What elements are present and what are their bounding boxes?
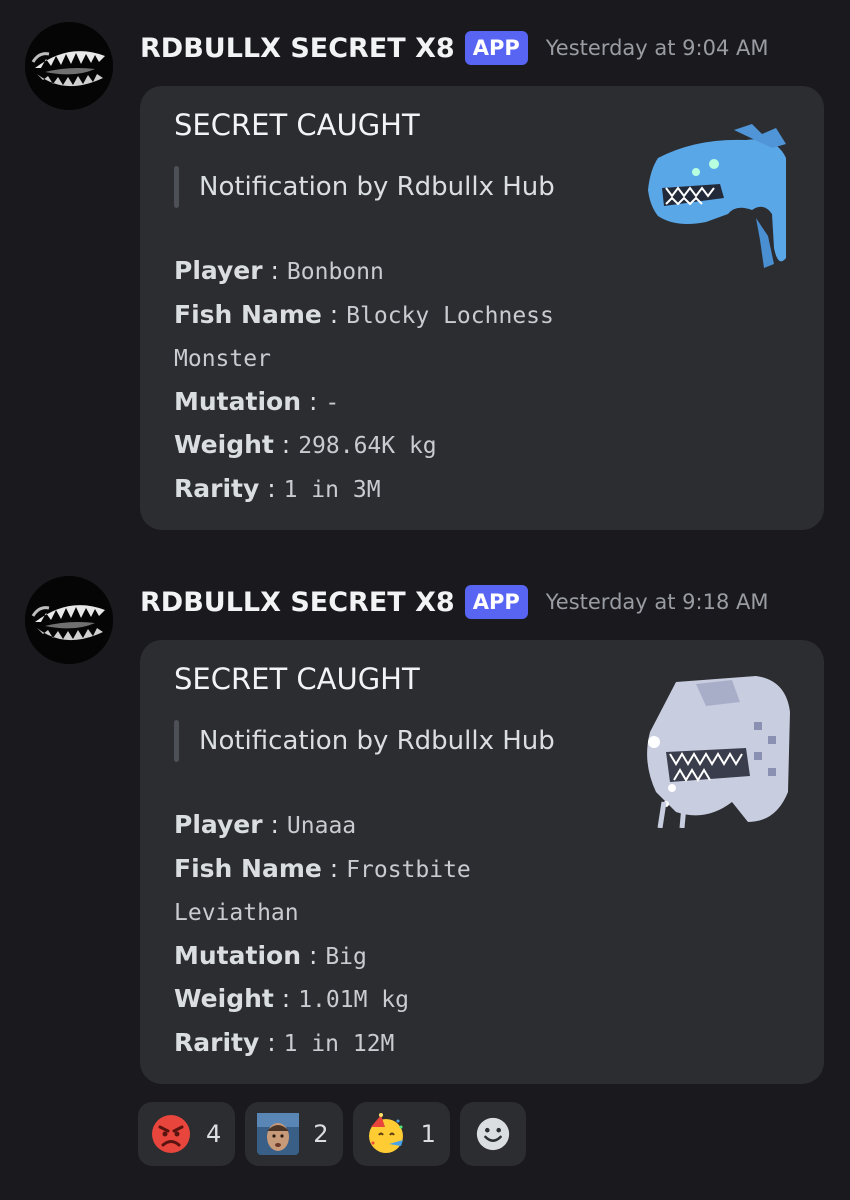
quote-text: Notification by Rdbullx Hub xyxy=(199,172,555,202)
field-label: Player xyxy=(174,256,263,285)
field-label: Mutation xyxy=(174,386,301,416)
embed-title: SECRET CAUGHT xyxy=(174,108,420,142)
field-value: Bonbonn xyxy=(286,259,384,285)
field-fish-name: Fish Name : Frostbite Leviathan xyxy=(174,853,471,927)
field-value: 298.64K kg xyxy=(298,433,437,459)
reaction-party[interactable]: 1 xyxy=(352,1102,450,1166)
timestamp[interactable]: Yesterday at 9:18 AM xyxy=(546,590,769,614)
embed-quote: Notification by Rdbullx Hub xyxy=(174,720,555,762)
embed-title: SECRET CAUGHT xyxy=(174,662,420,696)
bot-avatar[interactable] xyxy=(25,576,113,664)
embed-quote: Notification by Rdbullx Hub xyxy=(174,166,555,208)
field-value: Unaaa xyxy=(286,813,357,839)
blue-lochness-monster-icon[interactable] xyxy=(636,118,792,274)
jaws-logo-icon xyxy=(25,576,113,664)
embed-card: SECRET CAUGHT Notification by Rdbullx Hu… xyxy=(140,86,824,530)
quote-bar xyxy=(174,720,179,762)
field-value: 1.01M kg xyxy=(298,987,409,1013)
field-label: Rarity xyxy=(174,1027,260,1057)
field-weight: Weight : 298.64K kg xyxy=(174,430,437,459)
field-weight: Weight : 1.01M kg xyxy=(174,984,409,1013)
add-reaction-button[interactable] xyxy=(459,1102,526,1166)
man-face-emoji-icon xyxy=(257,1113,300,1155)
field-rarity: Rarity : 1 in 12M xyxy=(174,1027,395,1057)
reactions-bar: 4 2 1 xyxy=(138,1102,526,1166)
username[interactable]: RDBULLX SECRET X8 xyxy=(140,33,455,64)
reaction-count: 4 xyxy=(206,1120,222,1148)
field-label: Rarity xyxy=(174,473,260,503)
reaction-angry[interactable]: 4 xyxy=(138,1102,236,1166)
field-value: - xyxy=(325,389,340,416)
field-value: 1 in 12M xyxy=(283,1030,395,1057)
username[interactable]: RDBULLX SECRET X8 xyxy=(140,587,455,618)
bot-avatar[interactable] xyxy=(25,22,113,110)
field-label: Fish Name xyxy=(174,299,322,329)
message-header: RDBULLX SECRET X8 APP Yesterday at 9:18 … xyxy=(140,582,768,622)
field-mutation: Mutation : - xyxy=(174,386,340,416)
frostbite-leviathan-icon[interactable] xyxy=(636,672,792,828)
add-reaction-smiley-icon xyxy=(476,1117,509,1151)
field-fish-name: Fish Name : Blocky Lochness Monster xyxy=(174,299,554,373)
app-badge: APP xyxy=(464,585,528,619)
reaction-count: 2 xyxy=(313,1120,329,1148)
reaction-count: 1 xyxy=(420,1120,436,1148)
quote-bar xyxy=(174,166,179,208)
field-value: Big xyxy=(325,943,367,970)
message-header: RDBULLX SECRET X8 APP Yesterday at 9:04 … xyxy=(140,28,768,68)
embed-fields: Player : Unaaa Fish Name : Frostbite Lev… xyxy=(174,804,594,1065)
quote-text: Notification by Rdbullx Hub xyxy=(199,726,555,756)
field-mutation: Mutation : Big xyxy=(174,940,367,970)
app-badge: APP xyxy=(464,31,528,65)
field-label: Player xyxy=(174,810,263,839)
field-label: Fish Name xyxy=(174,853,322,883)
embed-fields: Player : Bonbonn Fish Name : Blocky Loch… xyxy=(174,250,594,511)
jaws-logo-icon xyxy=(25,22,113,110)
field-label: Weight xyxy=(174,430,274,459)
field-label: Mutation xyxy=(174,940,301,970)
field-player: Player : Bonbonn xyxy=(174,256,384,285)
field-value: 1 in 3M xyxy=(283,476,381,503)
reaction-man-face[interactable]: 2 xyxy=(245,1102,343,1166)
field-player: Player : Unaaa xyxy=(174,810,357,839)
field-label: Weight xyxy=(174,984,274,1013)
angry-face-icon xyxy=(150,1113,192,1155)
embed-card: SECRET CAUGHT Notification by Rdbullx Hu… xyxy=(140,640,824,1084)
timestamp[interactable]: Yesterday at 9:04 AM xyxy=(546,36,769,60)
partying-face-icon xyxy=(365,1113,407,1155)
field-rarity: Rarity : 1 in 3M xyxy=(174,473,381,503)
